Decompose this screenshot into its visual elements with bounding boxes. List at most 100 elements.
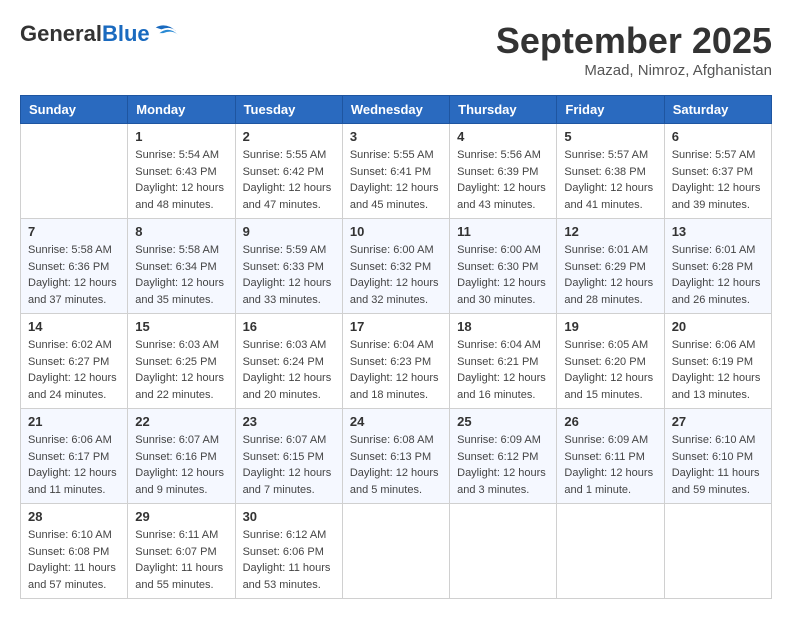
day-info: Sunrise: 6:07 AM Sunset: 6:15 PM Dayligh…	[243, 432, 335, 498]
logo-general-text: General	[20, 21, 102, 46]
day-of-week-header: Monday	[128, 96, 235, 124]
calendar-cell: 17 Sunrise: 6:04 AM Sunset: 6:23 PM Dayli…	[342, 314, 449, 409]
calendar-cell: 9 Sunrise: 5:59 AM Sunset: 6:33 PM Daylig…	[235, 219, 342, 314]
logo-blue-text: Blue	[102, 21, 150, 46]
day-number: 22	[135, 414, 227, 429]
day-number: 30	[243, 509, 335, 524]
calendar-cell: 14 Sunrise: 6:02 AM Sunset: 6:27 PM Dayli…	[21, 314, 128, 409]
day-number: 13	[672, 224, 764, 239]
day-number: 10	[350, 224, 442, 239]
day-number: 25	[457, 414, 549, 429]
calendar-cell: 27 Sunrise: 6:10 AM Sunset: 6:10 PM Dayli…	[664, 409, 771, 504]
day-number: 23	[243, 414, 335, 429]
calendar-cell: 19 Sunrise: 6:05 AM Sunset: 6:20 PM Dayli…	[557, 314, 664, 409]
day-number: 27	[672, 414, 764, 429]
calendar-cell: 8Sunrise: 5:58 AM Sunset: 6:34 PM Daylig…	[128, 219, 235, 314]
day-number: 26	[564, 414, 656, 429]
calendar-cell	[21, 124, 128, 219]
calendar-cell: 5Sunrise: 5:57 AM Sunset: 6:38 PM Daylig…	[557, 124, 664, 219]
day-number: 24	[350, 414, 442, 429]
day-info: Sunrise: 6:04 AM Sunset: 6:21 PM Dayligh…	[457, 337, 549, 403]
calendar-cell: 16Sunrise: 6:03 AM Sunset: 6:24 PM Dayli…	[235, 314, 342, 409]
calendar-week-row: 28 Sunrise: 6:10 AM Sunset: 6:08 PM Dayli…	[21, 504, 772, 599]
calendar-cell: 6 Sunrise: 5:57 AM Sunset: 6:37 PM Daylig…	[664, 124, 771, 219]
calendar-cell: 12 Sunrise: 6:01 AM Sunset: 6:29 PM Dayli…	[557, 219, 664, 314]
calendar-cell: 4 Sunrise: 5:56 AM Sunset: 6:39 PM Daylig…	[450, 124, 557, 219]
calendar-cell: 2 Sunrise: 5:55 AM Sunset: 6:42 PM Daylig…	[235, 124, 342, 219]
day-info: Sunrise: 5:58 AM Sunset: 6:36 PM Dayligh…	[28, 242, 120, 308]
day-number: 2	[243, 129, 335, 144]
day-number: 16	[243, 319, 335, 334]
day-info: Sunrise: 5:56 AM Sunset: 6:39 PM Dayligh…	[457, 147, 549, 213]
calendar-cell	[557, 504, 664, 599]
day-info: Sunrise: 6:01 AM Sunset: 6:28 PM Dayligh…	[672, 242, 764, 308]
day-info: Sunrise: 6:09 AM Sunset: 6:11 PM Dayligh…	[564, 432, 656, 498]
day-info: Sunrise: 5:54 AM Sunset: 6:43 PM Dayligh…	[135, 147, 227, 213]
day-info: Sunrise: 6:12 AM Sunset: 6:06 PM Dayligh…	[243, 527, 335, 593]
location: Mazad, Nimroz, Afghanistan	[496, 62, 772, 79]
calendar-cell: 28 Sunrise: 6:10 AM Sunset: 6:08 PM Dayli…	[21, 504, 128, 599]
day-info: Sunrise: 6:07 AM Sunset: 6:16 PM Dayligh…	[135, 432, 227, 498]
day-info: Sunrise: 6:02 AM Sunset: 6:27 PM Dayligh…	[28, 337, 120, 403]
day-info: Sunrise: 6:06 AM Sunset: 6:17 PM Dayligh…	[28, 432, 120, 498]
day-number: 1	[135, 129, 227, 144]
day-number: 15	[135, 319, 227, 334]
month-title: September 2025	[496, 20, 772, 62]
day-info: Sunrise: 5:55 AM Sunset: 6:42 PM Dayligh…	[243, 147, 335, 213]
day-info: Sunrise: 5:58 AM Sunset: 6:34 PM Dayligh…	[135, 242, 227, 308]
calendar-cell: 11Sunrise: 6:00 AM Sunset: 6:30 PM Dayli…	[450, 219, 557, 314]
day-number: 29	[135, 509, 227, 524]
day-info: Sunrise: 6:00 AM Sunset: 6:32 PM Dayligh…	[350, 242, 442, 308]
day-info: Sunrise: 6:04 AM Sunset: 6:23 PM Dayligh…	[350, 337, 442, 403]
day-of-week-header: Friday	[557, 96, 664, 124]
day-number: 9	[243, 224, 335, 239]
calendar-cell: 30 Sunrise: 6:12 AM Sunset: 6:06 PM Dayli…	[235, 504, 342, 599]
day-number: 19	[564, 319, 656, 334]
day-info: Sunrise: 6:10 AM Sunset: 6:10 PM Dayligh…	[672, 432, 764, 498]
day-info: Sunrise: 6:03 AM Sunset: 6:25 PM Dayligh…	[135, 337, 227, 403]
day-info: Sunrise: 6:08 AM Sunset: 6:13 PM Dayligh…	[350, 432, 442, 498]
day-number: 20	[672, 319, 764, 334]
calendar-cell: 22 Sunrise: 6:07 AM Sunset: 6:16 PM Dayli…	[128, 409, 235, 504]
day-number: 5	[564, 129, 656, 144]
day-info: Sunrise: 6:01 AM Sunset: 6:29 PM Dayligh…	[564, 242, 656, 308]
calendar-header-row: SundayMondayTuesdayWednesdayThursdayFrid…	[21, 96, 772, 124]
calendar-cell	[342, 504, 449, 599]
calendar-cell: 3Sunrise: 5:55 AM Sunset: 6:41 PM Daylig…	[342, 124, 449, 219]
calendar-week-row: 21 Sunrise: 6:06 AM Sunset: 6:17 PM Dayli…	[21, 409, 772, 504]
calendar-cell: 21 Sunrise: 6:06 AM Sunset: 6:17 PM Dayli…	[21, 409, 128, 504]
day-number: 21	[28, 414, 120, 429]
day-of-week-header: Sunday	[21, 96, 128, 124]
day-number: 28	[28, 509, 120, 524]
day-info: Sunrise: 6:05 AM Sunset: 6:20 PM Dayligh…	[564, 337, 656, 403]
day-of-week-header: Saturday	[664, 96, 771, 124]
day-of-week-header: Thursday	[450, 96, 557, 124]
logo: GeneralBlue	[20, 20, 180, 48]
calendar-cell: 26 Sunrise: 6:09 AM Sunset: 6:11 PM Dayli…	[557, 409, 664, 504]
day-info: Sunrise: 5:55 AM Sunset: 6:41 PM Dayligh…	[350, 147, 442, 213]
day-info: Sunrise: 6:10 AM Sunset: 6:08 PM Dayligh…	[28, 527, 120, 593]
day-info: Sunrise: 5:57 AM Sunset: 6:37 PM Dayligh…	[672, 147, 764, 213]
calendar-cell: 10 Sunrise: 6:00 AM Sunset: 6:32 PM Dayli…	[342, 219, 449, 314]
calendar-cell: 7 Sunrise: 5:58 AM Sunset: 6:36 PM Daylig…	[21, 219, 128, 314]
calendar-cell	[450, 504, 557, 599]
day-number: 4	[457, 129, 549, 144]
day-number: 7	[28, 224, 120, 239]
day-of-week-header: Tuesday	[235, 96, 342, 124]
calendar-cell	[664, 504, 771, 599]
calendar-cell: 18Sunrise: 6:04 AM Sunset: 6:21 PM Dayli…	[450, 314, 557, 409]
calendar-cell: 20 Sunrise: 6:06 AM Sunset: 6:19 PM Dayli…	[664, 314, 771, 409]
day-number: 14	[28, 319, 120, 334]
day-info: Sunrise: 6:11 AM Sunset: 6:07 PM Dayligh…	[135, 527, 227, 593]
logo-icon	[152, 20, 180, 48]
day-number: 12	[564, 224, 656, 239]
calendar-week-row: 14 Sunrise: 6:02 AM Sunset: 6:27 PM Dayli…	[21, 314, 772, 409]
day-number: 17	[350, 319, 442, 334]
day-info: Sunrise: 6:09 AM Sunset: 6:12 PM Dayligh…	[457, 432, 549, 498]
day-number: 6	[672, 129, 764, 144]
calendar-cell: 25 Sunrise: 6:09 AM Sunset: 6:12 PM Dayli…	[450, 409, 557, 504]
calendar-table: SundayMondayTuesdayWednesdayThursdayFrid…	[20, 95, 772, 599]
page-header: GeneralBlue September 2025 Mazad, Nimroz…	[20, 20, 772, 79]
day-info: Sunrise: 6:06 AM Sunset: 6:19 PM Dayligh…	[672, 337, 764, 403]
day-info: Sunrise: 5:59 AM Sunset: 6:33 PM Dayligh…	[243, 242, 335, 308]
